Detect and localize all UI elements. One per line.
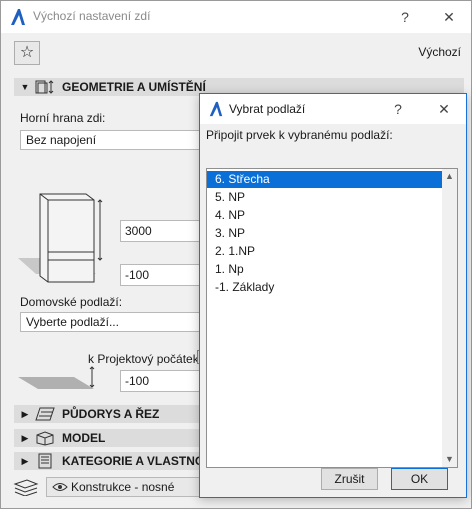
layer-select[interactable]: Konstrukce - nosné: [46, 477, 204, 497]
favorites-star-button[interactable]: ☆: [14, 41, 40, 65]
base-offset-input[interactable]: -100: [120, 264, 210, 286]
star-icon: ☆: [19, 44, 35, 61]
close-button[interactable]: ✕: [439, 7, 459, 27]
model-box-icon: [36, 431, 54, 446]
home-story-label: Domovské podlaží:: [20, 295, 123, 309]
scroll-up-icon[interactable]: ▲: [442, 169, 457, 184]
story-item-4[interactable]: 4. NP: [207, 207, 444, 224]
dialog-close-button[interactable]: ✕: [434, 99, 454, 119]
archicad-logo-icon: [11, 9, 25, 25]
dialog-help-button[interactable]: ?: [388, 99, 408, 119]
wall-height-input[interactable]: 3000: [120, 220, 210, 242]
project-zero-diagram: [18, 366, 95, 389]
story-item-minus-1[interactable]: -1. Základy: [207, 279, 444, 296]
cancel-button[interactable]: Zrušit: [321, 468, 378, 490]
collapse-triangle-icon: ▼: [20, 82, 30, 92]
expand-triangle-icon: ▶: [21, 432, 29, 443]
project-offset-input[interactable]: -100: [120, 370, 210, 392]
story-listbox[interactable]: 6. Střecha 5. NP 4. NP 3. NP 2. 1.NP 1. …: [206, 168, 458, 468]
section-floorplan-title: PŮDORYS A ŘEZ: [62, 407, 160, 421]
select-story-dialog: Vybrat podlaží ? ✕ Připojit prvek k vybr…: [199, 93, 467, 498]
dialog-title: Vybrat podlaží: [229, 102, 306, 116]
help-button[interactable]: ?: [395, 7, 415, 27]
section-model-title: MODEL: [62, 431, 106, 445]
ok-button[interactable]: OK: [391, 468, 448, 490]
archicad-logo-icon: [209, 101, 223, 117]
home-story-select[interactable]: Vyberte podlaží...: [20, 312, 210, 332]
top-edge-select[interactable]: Bez napojení: [20, 130, 210, 150]
properties-list-icon: [38, 453, 52, 469]
eye-icon: [52, 483, 68, 491]
expand-triangle-icon: ▶: [21, 455, 29, 466]
dialog-prompt: Připojit prvek k vybranému podlaží:: [206, 128, 393, 142]
story-item-3[interactable]: 3. NP: [207, 225, 444, 242]
story-item-1[interactable]: 1. Np: [207, 261, 444, 278]
floor-plan-icon: [35, 407, 55, 421]
wall-height-diagram: [18, 193, 103, 283]
expand-triangle-icon: ▶: [21, 408, 29, 419]
story-list-scrollbar[interactable]: ▲ ▼: [442, 169, 457, 467]
layer-label: Konstrukce - nosné: [71, 480, 175, 494]
story-item-2[interactable]: 2. 1.NP: [207, 243, 444, 260]
title-bar: Výchozí nastavení zdí ? ✕: [1, 1, 471, 33]
geometry-icon: [35, 80, 54, 94]
top-edge-label: Horní hrana zdi:: [20, 111, 106, 125]
story-item-5[interactable]: 5. NP: [207, 189, 444, 206]
defaults-label: Výchozí: [418, 45, 461, 59]
section-geometry-title: GEOMETRIE A UMÍSTĚNÍ: [62, 80, 206, 94]
scroll-down-icon[interactable]: ▼: [442, 452, 457, 467]
window-title: Výchozí nastavení zdí: [33, 9, 151, 23]
dialog-title-bar: Vybrat podlaží ? ✕: [200, 94, 466, 124]
story-item-6[interactable]: 6. Střecha: [207, 171, 444, 188]
layers-icon: [13, 479, 39, 496]
